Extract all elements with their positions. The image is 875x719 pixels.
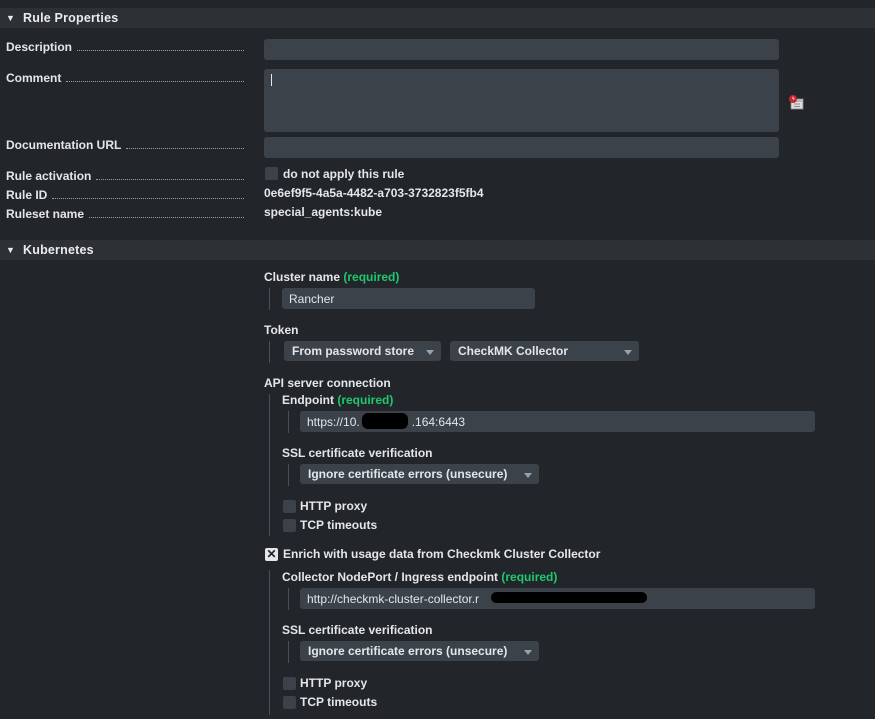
indent-line (288, 464, 289, 486)
tcp-timeouts2-checkbox[interactable] (283, 696, 296, 709)
chevron-down-icon (426, 350, 434, 355)
chevron-down-icon (524, 473, 532, 478)
endpoint-label: Endpoint (required) (282, 393, 394, 407)
close-icon: ✕ (266, 547, 277, 561)
text-caret (271, 74, 272, 86)
token-label: Token (264, 323, 299, 337)
indent-line (269, 341, 270, 363)
http-proxy2-label: HTTP proxy (300, 676, 368, 690)
cluster-name-input[interactable]: Rancher (282, 288, 535, 309)
ssl2-select[interactable]: Ignore certificate errors (unsecure) (300, 641, 539, 661)
indent-line (288, 588, 289, 610)
calendar-clock-icon[interactable] (788, 94, 804, 110)
tcp-timeouts-label: TCP timeouts (300, 518, 378, 532)
enrich-label: Enrich with usage data from Checkmk Clus… (283, 547, 601, 561)
kubernetes-title: Kubernetes (23, 243, 94, 257)
triangle-down-icon: ▼ (6, 13, 16, 23)
description-input[interactable] (264, 39, 779, 60)
token-entry-select[interactable]: CheckMK Collector (450, 341, 639, 361)
ssl-label: SSL certificate verification (282, 446, 433, 460)
ssl-select[interactable]: Ignore certificate errors (unsecure) (300, 464, 539, 484)
chevron-down-icon (624, 350, 632, 355)
ruleset-value: special_agents:kube (264, 205, 383, 219)
triangle-down-icon: ▼ (6, 245, 16, 255)
api-server-label: API server connection (264, 376, 391, 390)
top-strip (0, 0, 875, 8)
ssl2-label: SSL certificate verification (282, 623, 433, 637)
tcp-timeouts-checkbox[interactable] (283, 519, 296, 532)
activation-label: Rule activation (6, 167, 244, 183)
indent-line (288, 641, 289, 663)
description-label: Description (6, 38, 244, 54)
comment-textarea[interactable] (264, 69, 779, 132)
redaction-mark (362, 413, 408, 429)
http-proxy2-checkbox[interactable] (283, 677, 296, 690)
cluster-name-label: Cluster name (required) (264, 270, 400, 284)
doc-url-input[interactable] (264, 137, 779, 158)
indent-line (288, 411, 289, 433)
disable-rule-label: do not apply this rule (283, 167, 405, 181)
http-proxy-checkbox[interactable] (283, 500, 296, 513)
ruleset-label: Ruleset name (6, 205, 244, 221)
rule-properties-title: Rule Properties (23, 11, 119, 25)
enrich-checkbox[interactable]: ✕ (265, 548, 278, 561)
rule-properties-header[interactable]: ▼ Rule Properties (0, 8, 875, 28)
indent-line (269, 288, 270, 310)
comment-label: Comment (6, 69, 244, 85)
rule-id-label: Rule ID (6, 186, 244, 202)
tcp-timeouts2-label: TCP timeouts (300, 695, 378, 709)
disable-rule-checkbox[interactable] (265, 167, 278, 180)
http-proxy-label: HTTP proxy (300, 499, 368, 513)
token-source-select[interactable]: From password store (284, 341, 441, 361)
chevron-down-icon (524, 650, 532, 655)
redaction-mark (491, 592, 647, 603)
collector-label: Collector NodePort / Ingress endpoint (r… (282, 570, 558, 584)
doc-url-label: Documentation URL (6, 136, 244, 152)
rule-id-value: 0e6ef9f5-4a5a-4482-a703-3732823f5fb4 (264, 186, 484, 200)
kubernetes-header[interactable]: ▼ Kubernetes (0, 240, 875, 260)
indent-line (269, 570, 270, 715)
indent-line (269, 394, 270, 536)
